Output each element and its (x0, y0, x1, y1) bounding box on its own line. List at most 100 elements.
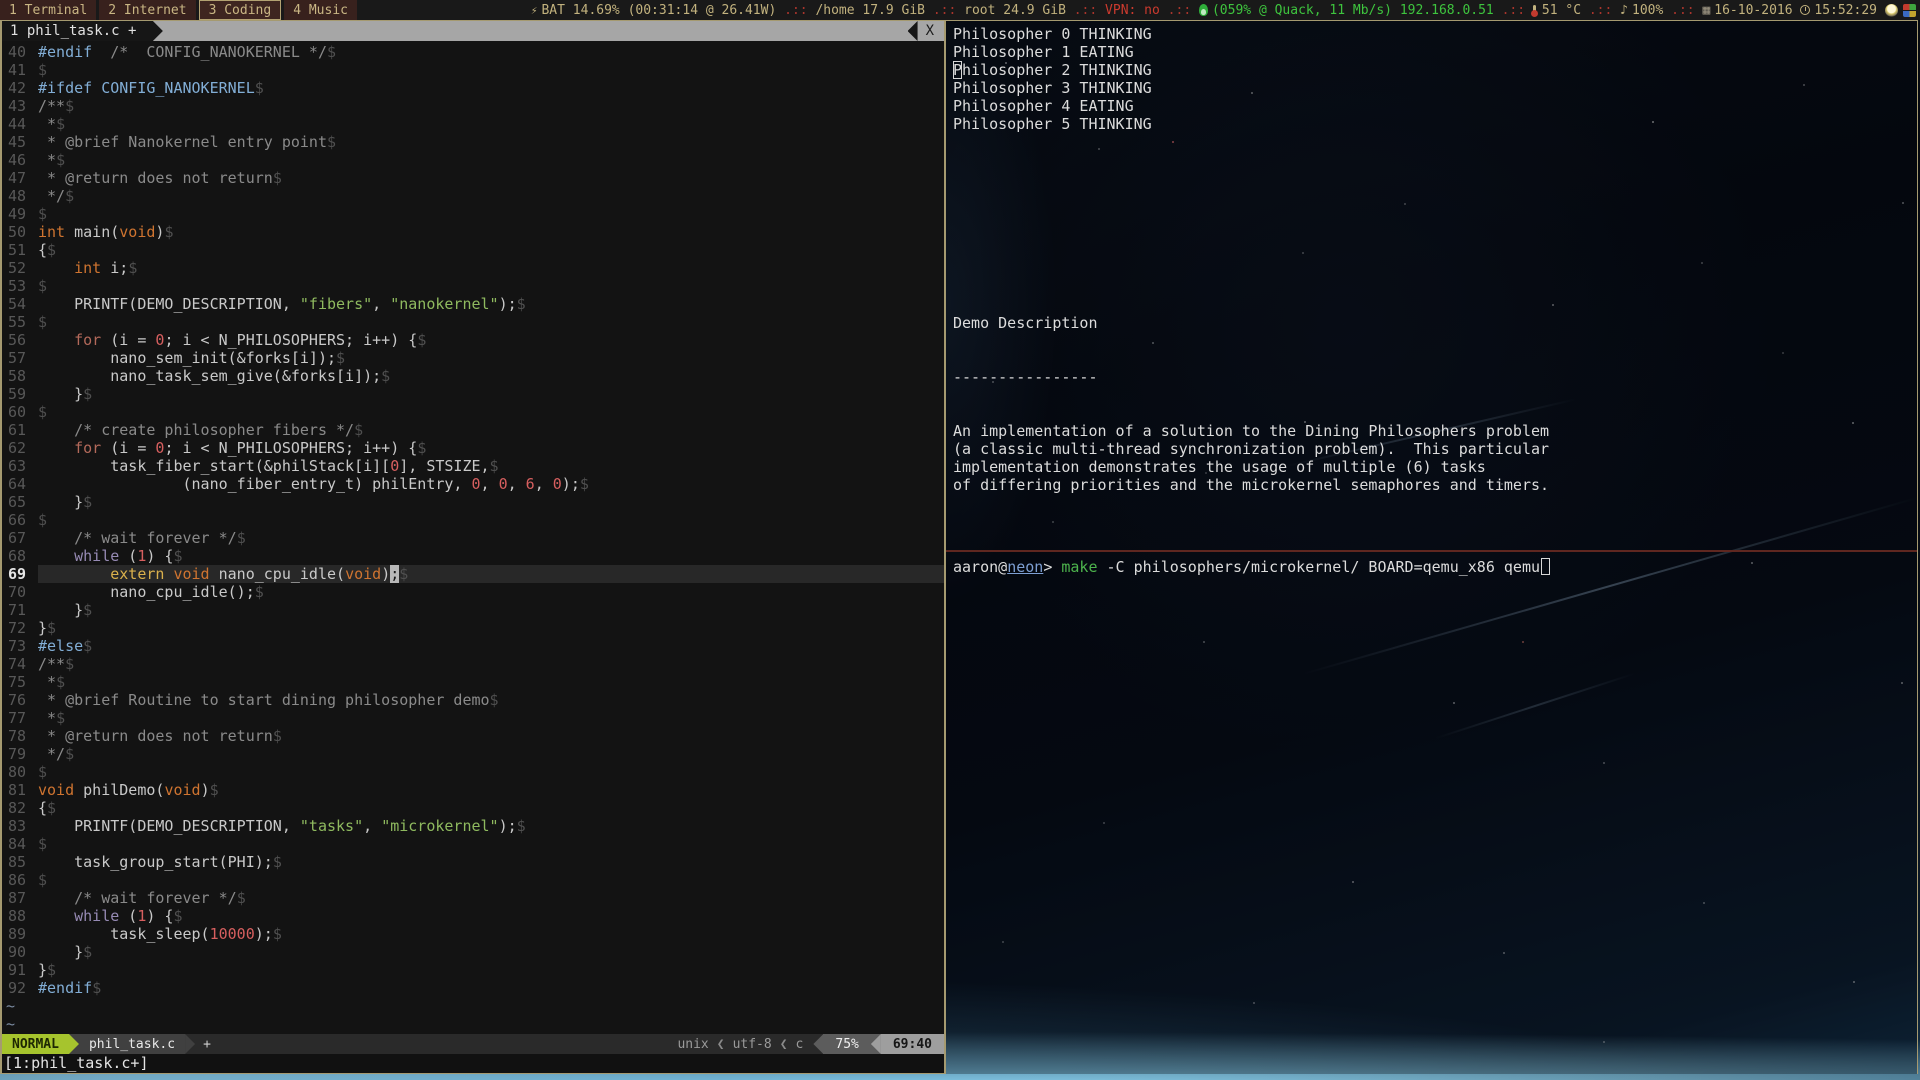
statusline-fill (219, 1034, 678, 1054)
code-line[interactable]: 46 *$ (2, 151, 944, 169)
code-line[interactable]: 67 /* wait forever */$ (2, 529, 944, 547)
status-text: .:: (1581, 3, 1620, 18)
line-number: 84 (2, 835, 26, 853)
code-line[interactable]: 76 * @brief Routine to start dining phil… (2, 691, 944, 709)
status-segment: .:: (1066, 3, 1105, 18)
line-number: 64 (2, 475, 26, 493)
powerline-arrow-icon (153, 21, 163, 41)
close-tab-button[interactable]: X (918, 21, 944, 41)
status-segment: .:: (776, 3, 815, 18)
line-number: 90 (2, 943, 26, 961)
code-line[interactable]: 80$ (2, 763, 944, 781)
code-line[interactable]: 47 * @return does not return$ (2, 169, 944, 187)
line-number: 92 (2, 979, 26, 997)
code-line[interactable]: 59 }$ (2, 385, 944, 403)
code-line[interactable]: 61 /* create philosopher fibers */$ (2, 421, 944, 439)
code-line[interactable]: 87 /* wait forever */$ (2, 889, 944, 907)
statusline-filename: phil_task.c (79, 1034, 185, 1054)
code-line[interactable]: 69 extern void nano_cpu_idle(void);$ (2, 565, 944, 583)
code-buffer[interactable]: 40#endif /* CONFIG_NANOKERNEL */$41$42#i… (2, 41, 944, 997)
line-number: 76 (2, 691, 26, 709)
code-line[interactable]: 68 while (1) {$ (2, 547, 944, 565)
code-line[interactable]: 51{$ (2, 241, 944, 259)
line-number: 54 (2, 295, 26, 313)
code-line[interactable]: 64 (nano_fiber_entry_t) philEntry, 0, 0,… (2, 475, 944, 493)
code-line[interactable]: 81void philDemo(void)$ (2, 781, 944, 799)
scroll-percent: 75% (823, 1034, 870, 1054)
code-line[interactable]: 72}$ (2, 619, 944, 637)
line-number: 41 (2, 61, 26, 79)
workspace-button[interactable]: 4 Music (284, 0, 357, 20)
code-line[interactable]: 53$ (2, 277, 944, 295)
tiled-workspace: 1 phil_task.c + X 40#endif /* CONFIG_NAN… (0, 20, 1920, 1074)
code-line[interactable]: 57 nano_sem_init(&forks[i]);$ (2, 349, 944, 367)
shell-region[interactable]: aaron@neon> make -C philosophers/microke… (946, 552, 1917, 1074)
code-line[interactable]: 88 while (1) {$ (2, 907, 944, 925)
code-line[interactable]: 45 * @brief Nanokernel entry point$ (2, 133, 944, 151)
code-line[interactable]: 62 for (i = 0; i < N_PHILOSOPHERS; i++) … (2, 439, 944, 457)
modified-flag: + (195, 1034, 219, 1054)
code-line[interactable]: 77 *$ (2, 709, 944, 727)
code-line[interactable]: 52 int i;$ (2, 259, 944, 277)
vim-statusline: NORMAL phil_task.c + unix ❮ utf-8 ❮ c 75… (2, 1034, 944, 1054)
cursor-position: 69:40 (881, 1034, 944, 1054)
code-line[interactable]: 66$ (2, 511, 944, 529)
status-text: .:: (1160, 3, 1199, 18)
code-line[interactable]: 70 nano_cpu_idle();$ (2, 583, 944, 601)
status-text: .:: (1066, 3, 1105, 18)
code-line[interactable]: 49$ (2, 205, 944, 223)
code-line[interactable]: 82{$ (2, 799, 944, 817)
code-line[interactable]: 78 * @return does not return$ (2, 727, 944, 745)
code-line[interactable]: 50int main(void)$ (2, 223, 944, 241)
apps-tray-icon[interactable] (1903, 4, 1916, 17)
line-number: 55 (2, 313, 26, 331)
bulb-tray-icon[interactable] (1885, 4, 1898, 17)
philosopher-status-line: Philosopher 5 THINKING (953, 115, 1917, 133)
code-line[interactable]: 43/**$ (2, 97, 944, 115)
code-line[interactable]: 73#else$ (2, 637, 944, 655)
workspace-switcher: 1 Terminal2 Internet3 Coding4 Music (0, 0, 360, 20)
code-line[interactable]: 54 PRINTF(DEMO_DESCRIPTION, "fibers", "n… (2, 295, 944, 313)
line-number: 70 (2, 583, 26, 601)
code-line[interactable]: 40#endif /* CONFIG_NANOKERNEL */$ (2, 43, 944, 61)
code-line[interactable]: 48 */$ (2, 187, 944, 205)
code-line[interactable]: 90 }$ (2, 943, 944, 961)
code-line[interactable]: 55$ (2, 313, 944, 331)
demo-description-line: (a classic multi-thread synchronization … (953, 440, 1917, 458)
code-line[interactable]: 79 */$ (2, 745, 944, 763)
status-text: .:: (776, 3, 815, 18)
code-line[interactable]: 83 PRINTF(DEMO_DESCRIPTION, "tasks", "mi… (2, 817, 944, 835)
code-line[interactable]: 56 for (i = 0; i < N_PHILOSOPHERS; i++) … (2, 331, 944, 349)
line-number: 60 (2, 403, 26, 421)
workspace-button[interactable]: 1 Terminal (0, 0, 96, 20)
workspace-button[interactable]: 2 Internet (99, 0, 195, 20)
code-line[interactable]: 75 *$ (2, 673, 944, 691)
line-number: 82 (2, 799, 26, 817)
code-line[interactable]: 42#ifdef CONFIG_NANOKERNEL$ (2, 79, 944, 97)
code-line[interactable]: 58 nano_task_sem_give(&forks[i]);$ (2, 367, 944, 385)
terminal-cursor: P (953, 61, 962, 79)
vim-tabline: 1 phil_task.c + X (2, 21, 944, 41)
code-line[interactable]: 84$ (2, 835, 944, 853)
code-line[interactable]: 65 }$ (2, 493, 944, 511)
workspace-button[interactable]: 3 Coding (199, 0, 282, 20)
code-line[interactable]: 91}$ (2, 961, 944, 979)
code-line[interactable]: 92#endif$ (2, 979, 944, 997)
code-line[interactable]: 86$ (2, 871, 944, 889)
code-line[interactable]: 44 *$ (2, 115, 944, 133)
empty-line-tilde: ~ (2, 1015, 944, 1033)
code-line[interactable]: 85 task_group_start(PHI);$ (2, 853, 944, 871)
line-number: 74 (2, 655, 26, 673)
code-line[interactable]: 74/**$ (2, 655, 944, 673)
statusbar-spacer (360, 0, 531, 20)
line-number: 52 (2, 259, 26, 277)
code-line[interactable]: 89 task_sleep(10000);$ (2, 925, 944, 943)
code-line[interactable]: 60$ (2, 403, 944, 421)
code-line[interactable]: 41$ (2, 61, 944, 79)
shell-prompt[interactable]: aaron@neon> make -C philosophers/microke… (946, 552, 1917, 576)
code-line[interactable]: 63 task_fiber_start(&philStack[i][0], ST… (2, 457, 944, 475)
status-segment: 51 °C (1533, 3, 1581, 18)
code-line[interactable]: 71 }$ (2, 601, 944, 619)
status-segment: /home 17.9 GiB (815, 3, 925, 18)
vim-tab-phil-task[interactable]: 1 phil_task.c + (2, 21, 153, 41)
